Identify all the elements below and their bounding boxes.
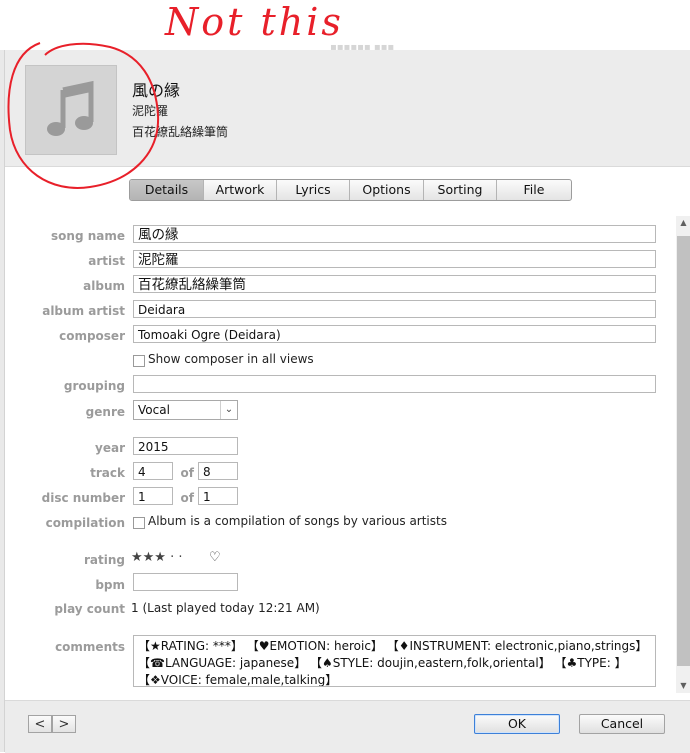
annotation-text: Not this: [165, 0, 344, 44]
tab-artwork[interactable]: Artwork: [204, 180, 277, 200]
year-field[interactable]: 2015: [133, 437, 238, 455]
chevron-down-icon: ⌄: [220, 401, 237, 419]
genre-select[interactable]: Vocal ⌄: [133, 400, 238, 420]
bpm-label: bpm: [95, 578, 125, 592]
album-artist-field[interactable]: Deidara: [133, 300, 656, 318]
tab-sorting[interactable]: Sorting: [424, 180, 497, 200]
song-name-field[interactable]: 風の縁: [133, 225, 656, 243]
vertical-scrollbar[interactable]: ▲ ▼: [676, 216, 690, 693]
rating-label: rating: [84, 553, 125, 567]
genre-label: genre: [85, 405, 125, 419]
disc-of-field[interactable]: 1: [198, 487, 238, 505]
year-label: year: [95, 441, 125, 455]
disc-of-label: of: [180, 491, 194, 505]
show-composer-checkbox[interactable]: [133, 355, 145, 367]
heart-icon[interactable]: ♡: [209, 550, 221, 565]
annotation-circle: [7, 42, 160, 189]
tab-bar: Details Artwork Lyrics Options Sorting F…: [129, 179, 572, 201]
album-artist-label: album artist: [42, 304, 125, 318]
previous-button[interactable]: <: [28, 715, 52, 733]
tab-options[interactable]: Options: [350, 180, 424, 200]
tab-lyrics[interactable]: Lyrics: [277, 180, 350, 200]
track-of-label: of: [180, 466, 194, 480]
scroll-thumb[interactable]: [677, 236, 690, 666]
dialog-footer: < > OK Cancel: [5, 700, 690, 753]
play-count-label: play count: [54, 602, 125, 616]
compilation-label: compilation: [45, 516, 125, 530]
compilation-text: Album is a compilation of songs by vario…: [148, 514, 447, 528]
artist-field[interactable]: 泥陀羅: [133, 250, 656, 268]
comments-label: comments: [55, 640, 125, 654]
artist-label: artist: [88, 254, 125, 268]
scroll-up-icon[interactable]: ▲: [676, 216, 690, 230]
next-button[interactable]: >: [52, 715, 76, 733]
grouping-field[interactable]: [133, 375, 656, 393]
genre-value: Vocal: [138, 403, 170, 417]
composer-label: composer: [59, 329, 125, 343]
cancel-button[interactable]: Cancel: [579, 714, 665, 734]
composer-field[interactable]: Tomoaki Ogre (Deidara): [133, 325, 656, 343]
album-label: album: [83, 279, 125, 293]
ok-button[interactable]: OK: [474, 714, 560, 734]
compilation-checkbox[interactable]: [133, 517, 145, 529]
rating-stars[interactable]: ★★★ · ·: [131, 550, 183, 565]
bpm-field[interactable]: [133, 573, 238, 591]
grouping-label: grouping: [63, 379, 125, 393]
comments-field[interactable]: 【★RATING: ***】 【♥EMOTION: heroic】 【♦INST…: [133, 635, 656, 687]
scroll-down-icon[interactable]: ▼: [676, 679, 690, 693]
play-count-value: 1 (Last played today 12:21 AM): [131, 601, 320, 615]
track-of-field[interactable]: 8: [198, 462, 238, 480]
show-composer-text: Show composer in all views: [148, 352, 314, 366]
album-field[interactable]: 百花繚乱絡繰筆筒: [133, 275, 656, 293]
tab-file[interactable]: File: [497, 180, 571, 200]
